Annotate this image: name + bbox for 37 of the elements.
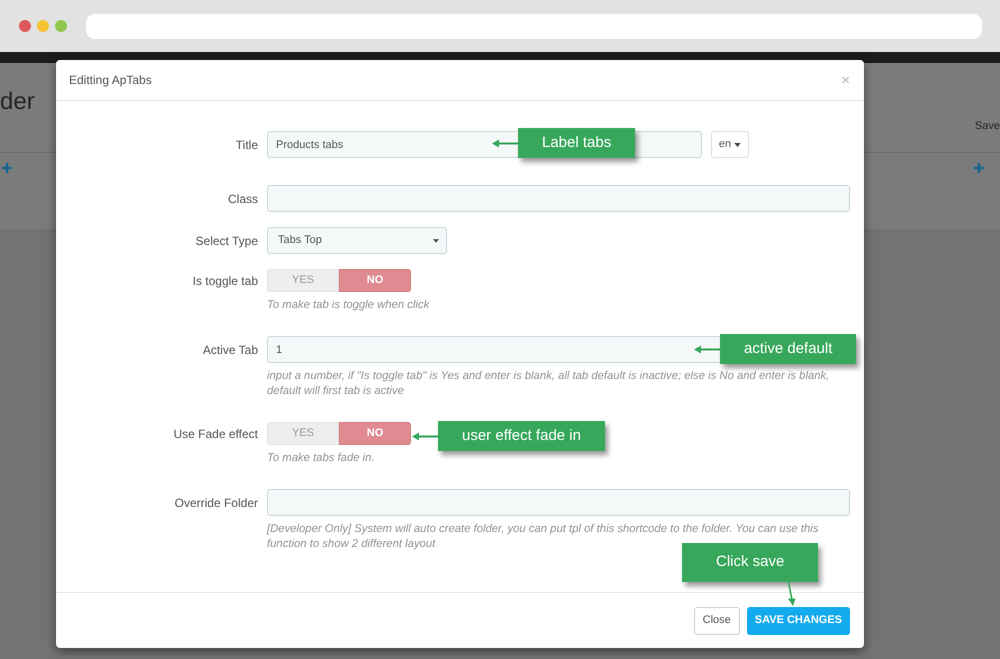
caret-icon — [433, 238, 439, 242]
help-text: To make tab is toggle when click — [267, 298, 430, 313]
callout-arrow-tooltip — [694, 344, 720, 354]
callout-tooltip: Label tabs — [518, 128, 636, 158]
plus-icon — [974, 163, 984, 173]
close-dialog-button[interactable]: Close — [694, 606, 740, 634]
toggle-option[interactable]: YES — [267, 422, 339, 445]
caret-icon — [734, 142, 742, 146]
field-label: Title — [236, 136, 258, 154]
toggle-option[interactable]: NO — [339, 269, 411, 292]
type-select[interactable]: Tabs Top — [267, 227, 447, 254]
callout-arrow-tooltip — [786, 582, 796, 606]
text-input[interactable] — [267, 185, 850, 212]
callout-tooltip: user effect fade in — [438, 421, 605, 451]
field-label: Active Tab — [202, 342, 258, 358]
callout-tooltip: Click save — [682, 543, 818, 582]
save-changes-button[interactable]: SAVE CHANGES — [746, 606, 850, 634]
field-label: Class — [228, 190, 258, 208]
text-input[interactable] — [267, 489, 850, 516]
callout-tooltip: active default — [720, 334, 856, 364]
toggle-option[interactable]: YES — [267, 269, 339, 292]
callout-arrow-tooltip — [412, 432, 438, 440]
save-label: Save — [974, 119, 1000, 134]
page-heading: der — [0, 89, 35, 117]
language-button[interactable]: en — [711, 131, 749, 158]
field-label: Is toggle tab — [192, 272, 258, 290]
dialog-title: Editting ApTabs — [69, 72, 152, 89]
toggle-option[interactable]: NO — [339, 422, 411, 445]
address-bar[interactable] — [86, 14, 982, 38]
field-label: Use Fade effect — [174, 426, 258, 442]
close-button[interactable]: × — [841, 72, 850, 88]
help-text: To make tabs fade in. — [267, 451, 376, 466]
help-text: input a number, if "Is toggle tab" is Yes and enter is blank, all tab default is inactive; else is No and enter is blank, default will first tab is active — [267, 369, 830, 399]
callout-arrow-tooltip — [492, 138, 518, 148]
plus-icon — [2, 163, 12, 173]
field-label: Override Folder — [174, 494, 258, 512]
field-label: Select Type — [196, 232, 258, 250]
